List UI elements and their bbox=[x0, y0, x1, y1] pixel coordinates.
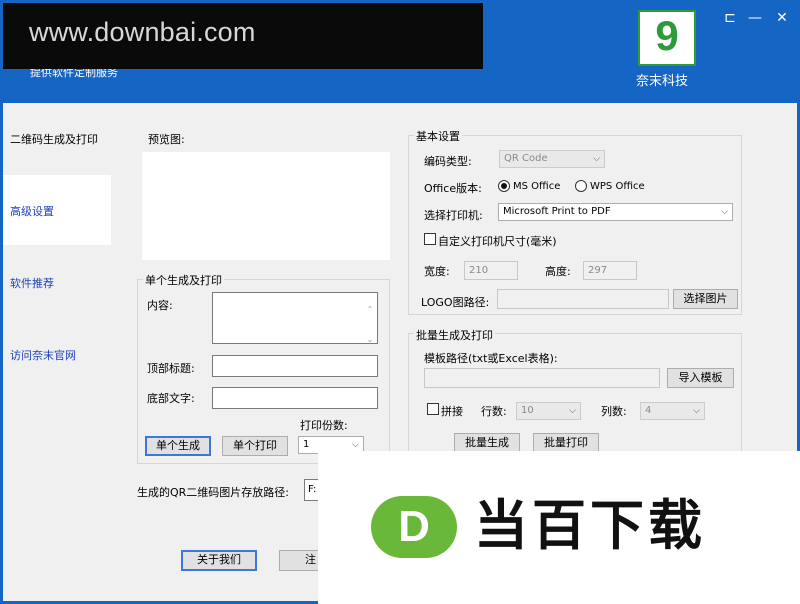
single-group-title: 单个生成及打印 bbox=[143, 272, 224, 288]
app-logo: 9 bbox=[638, 10, 696, 66]
watermark-banner: www.downbai.com bbox=[3, 3, 483, 69]
app-window: 提供软件定制服务 www.downbai.com 9 奈末科技 ⊏ — ✕ 二维… bbox=[0, 0, 800, 604]
about-us-button[interactable]: 关于我们 bbox=[181, 550, 257, 571]
bottom-text-input[interactable] bbox=[212, 387, 378, 409]
logo-path-label: LOGO图路径: bbox=[421, 296, 490, 309]
top-title-input[interactable] bbox=[212, 355, 378, 377]
join-checkbox[interactable] bbox=[427, 403, 439, 415]
copies-label: 打印份数: bbox=[300, 419, 348, 432]
sidebar-item-label: 高级设置 bbox=[10, 205, 54, 218]
bottom-text-label: 底部文字: bbox=[147, 392, 195, 405]
pin-icon[interactable]: ⊏ bbox=[719, 10, 741, 26]
printer-value: Microsoft Print to PDF bbox=[503, 206, 611, 217]
header-bar: 提供软件定制服务 www.downbai.com 9 奈末科技 ⊏ — ✕ bbox=[0, 0, 800, 103]
join-label: 拼接 bbox=[441, 405, 463, 418]
height-label: 高度: bbox=[545, 265, 571, 278]
close-icon[interactable]: ✕ bbox=[771, 10, 793, 26]
rows-label: 行数: bbox=[481, 405, 507, 418]
code-type-select[interactable]: QR Code ⌵ bbox=[499, 150, 605, 168]
watermark-text: 当百下载 bbox=[474, 494, 706, 557]
cols-label: 列数: bbox=[601, 405, 627, 418]
chevron-down-icon: ⌵ bbox=[593, 154, 600, 164]
save-path-label: 生成的QR二维码图片存放路径: bbox=[137, 486, 290, 499]
template-path-input[interactable] bbox=[424, 368, 660, 388]
content-label: 内容: bbox=[147, 299, 173, 312]
custom-size-checkbox[interactable] bbox=[424, 233, 436, 245]
sidebar-item-label: 二维码生成及打印 bbox=[10, 133, 98, 146]
cols-value: 4 bbox=[645, 405, 652, 416]
sidebar-item-visit-website[interactable]: 访问奈末官网 bbox=[3, 319, 111, 389]
ms-office-label: MS Office bbox=[513, 181, 561, 192]
watermark-url: www.downbai.com bbox=[29, 17, 256, 47]
custom-size-label: 自定义打印机尺寸(毫米) bbox=[438, 235, 557, 248]
chevron-down-icon: ⌵ bbox=[569, 406, 576, 416]
template-path-label: 模板路径(txt或Excel表格): bbox=[424, 352, 558, 365]
preview-image bbox=[142, 152, 390, 260]
printer-select[interactable]: Microsoft Print to PDF ⌵ bbox=[498, 203, 733, 221]
top-title-label: 顶部标题: bbox=[147, 362, 195, 375]
single-generate-button[interactable]: 单个生成 bbox=[145, 436, 211, 456]
cols-select[interactable]: 4 ⌵ bbox=[640, 402, 705, 420]
chevron-down-icon: ⌵ bbox=[721, 207, 728, 217]
wps-office-label: WPS Office bbox=[590, 181, 645, 192]
preview-label: 预览图: bbox=[148, 133, 185, 146]
sidebar-item-qr-generate[interactable]: 二维码生成及打印 bbox=[3, 103, 111, 173]
sidebar-item-software-recommend[interactable]: 软件推荐 bbox=[3, 247, 111, 317]
minimize-icon[interactable]: — bbox=[744, 10, 766, 26]
batch-group-title: 批量生成及打印 bbox=[414, 327, 495, 343]
batch-print-button[interactable]: 批量打印 bbox=[533, 433, 599, 453]
width-label: 宽度: bbox=[424, 265, 450, 278]
import-template-button[interactable]: 导入模板 bbox=[667, 368, 734, 388]
code-type-label: 编码类型: bbox=[424, 155, 472, 168]
watermark-logo: D 当百下载 bbox=[318, 451, 800, 604]
printer-label: 选择打印机: bbox=[424, 209, 483, 222]
sidebar: 二维码生成及打印 高级设置 软件推荐 访问奈末官网 bbox=[3, 103, 111, 601]
sidebar-item-label: 软件推荐 bbox=[10, 277, 54, 290]
content-textarea[interactable]: ⌃ ⌄ bbox=[212, 292, 378, 344]
code-type-value: QR Code bbox=[504, 153, 548, 164]
office-version-label: Office版本: bbox=[424, 182, 482, 195]
ms-office-radio[interactable] bbox=[498, 180, 510, 192]
watermark-d-icon: D bbox=[371, 496, 457, 558]
chevron-down-icon: ⌵ bbox=[693, 406, 700, 416]
sidebar-item-label: 访问奈末官网 bbox=[10, 349, 76, 362]
logo-mark: 9 bbox=[655, 12, 679, 59]
choose-image-button[interactable]: 选择图片 bbox=[673, 289, 738, 309]
rows-value: 10 bbox=[521, 405, 534, 416]
single-print-button[interactable]: 单个打印 bbox=[222, 436, 288, 456]
logo-path-input[interactable] bbox=[497, 289, 669, 309]
second-footer-button[interactable]: 注 bbox=[279, 550, 319, 571]
wps-office-radio[interactable] bbox=[575, 180, 587, 192]
width-input[interactable]: 210 bbox=[464, 261, 518, 280]
copies-value: 1 bbox=[303, 439, 310, 450]
basic-settings-title: 基本设置 bbox=[414, 128, 462, 144]
batch-generate-button[interactable]: 批量生成 bbox=[454, 433, 520, 453]
height-input[interactable]: 297 bbox=[583, 261, 637, 280]
scroll-arrows-icon: ⌃ ⌄ bbox=[366, 305, 374, 344]
logo-caption: 奈末科技 bbox=[636, 74, 689, 89]
rows-select[interactable]: 10 ⌵ bbox=[516, 402, 581, 420]
watermark-letter: D bbox=[398, 502, 430, 551]
sidebar-item-advanced-settings[interactable]: 高级设置 bbox=[3, 175, 111, 245]
